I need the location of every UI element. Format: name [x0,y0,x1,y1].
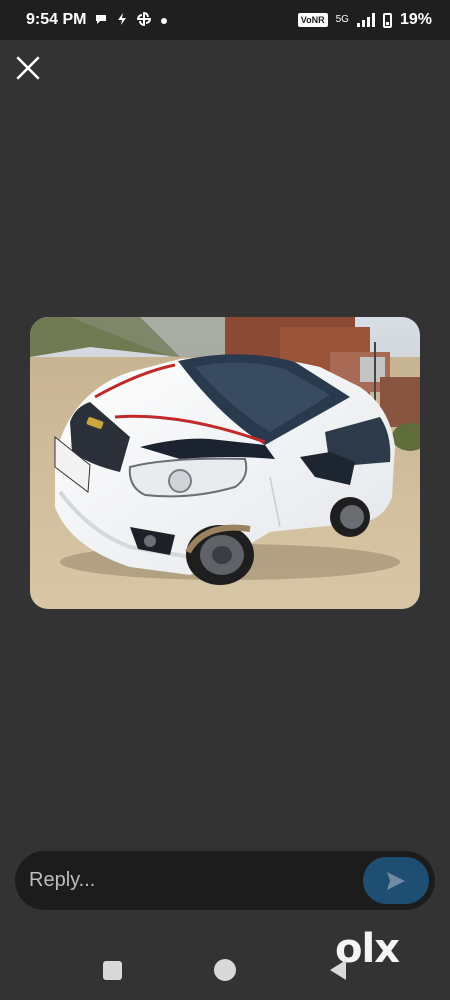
reply-bar [15,851,435,910]
battery-icon [382,12,392,28]
dot-notification-icon [160,13,168,27]
recents-button[interactable] [103,961,122,980]
send-button[interactable] [363,857,429,904]
navigation-bar [0,930,450,1000]
car-photo[interactable] [30,317,420,609]
volte-badge: VoNR [297,13,328,27]
home-button[interactable] [214,959,236,981]
chat-notification-icon [94,12,108,28]
back-button[interactable] [327,958,349,982]
close-icon [16,56,40,80]
status-bar: 9:54 PM VoNR 5G 19% [0,0,450,40]
status-left: 9:54 PM [26,11,168,29]
battery-percent: 19% [399,11,432,28]
pinwheel-notification-icon [136,11,152,29]
reply-input[interactable] [27,868,361,893]
network-type: 5G [335,14,349,25]
signal-icon [356,13,375,27]
close-button[interactable] [12,52,44,84]
status-time: 9:54 PM [26,11,87,28]
flash-notification-icon [116,12,128,28]
send-icon [387,871,405,890]
car-photo-image [30,317,420,609]
status-right: VoNR 5G 19% [297,11,432,29]
